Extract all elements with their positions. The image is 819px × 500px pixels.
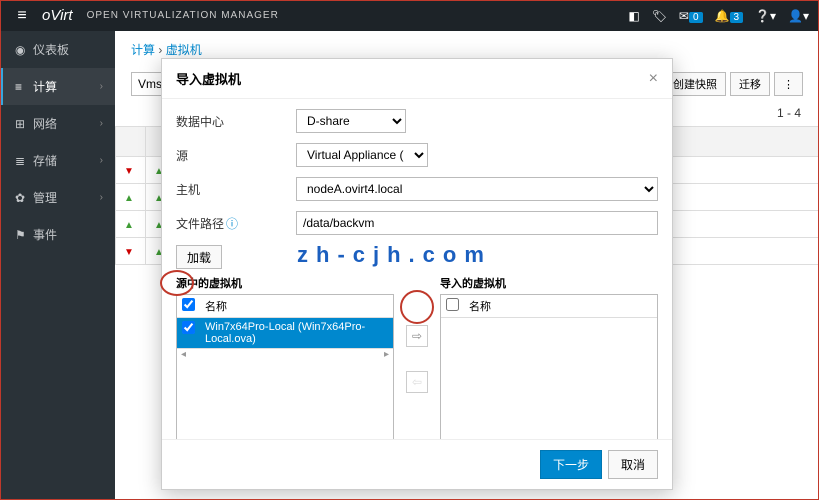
user-icon[interactable]: 👤▾ [788,9,809,23]
topbar: ≡ oVirt OPEN VIRTUALIZATION MANAGER ◧ 🏷 … [0,0,819,31]
product-name: OPEN VIRTUALIZATION MANAGER [87,10,279,21]
breadcrumb-parent[interactable]: 计算 [131,43,155,57]
modal-title: 导入虚拟机 [176,69,241,88]
sidebar-item-storage[interactable]: ≣存储› [0,142,115,179]
load-button[interactable]: 加载 [176,245,222,269]
source-list[interactable]: 名称 Win7x64Pro-Local (Win7x64Pro-Local.ov… [176,294,394,439]
dashboard-icon: ◉ [15,43,33,57]
logo: oVirt [42,7,73,24]
sidebar-item-dashboard[interactable]: ◉仪表板 [0,31,115,68]
cancel-button[interactable]: 取消 [608,450,658,479]
flag-icon: ⚑ [15,228,33,242]
chevron-right-icon: › [100,81,103,92]
bell-icon[interactable]: 🔔3 [715,9,744,23]
next-button[interactable]: 下一步 [540,450,602,479]
gear-icon: ✿ [15,191,33,205]
close-icon[interactable]: × [649,70,658,88]
source-list-title: 源中的虚拟机 [176,275,394,291]
label-host: 主机 [176,181,296,198]
label-source: 源 [176,147,296,164]
target-list[interactable]: 名称 [440,294,658,439]
sidebar-item-events[interactable]: ⚑事件 [0,216,115,253]
label-datacenter: 数据中心 [176,113,296,130]
row-checkbox[interactable] [182,321,195,334]
bookmark-icon[interactable]: ◧ [628,9,639,23]
create-snapshot-button[interactable]: 创建快照 [664,72,726,96]
move-right-button[interactable]: ⇨ [406,325,428,347]
filepath-input[interactable] [296,211,658,235]
sidebar-item-network[interactable]: ⊞网络› [0,105,115,142]
label-filepath: 文件路径ⓘ [176,215,296,232]
select-all-checkbox[interactable] [182,298,195,311]
storage-icon: ≣ [15,154,33,168]
mail-icon[interactable]: ✉0 [679,9,703,23]
list-item[interactable]: Win7x64Pro-Local (Win7x64Pro-Local.ova) [177,318,393,348]
move-left-button: ⇦ [406,371,428,393]
tag-icon[interactable]: 🏷 [652,9,667,23]
network-icon: ⊞ [15,117,33,131]
more-button[interactable]: ⋮ [774,72,803,96]
sidebar-item-admin[interactable]: ✿管理› [0,179,115,216]
import-vm-modal: 导入虚拟机 × 数据中心 D-share 源 Virtual Appliance… [161,58,673,490]
compute-icon: ≡ [15,80,33,94]
hamburger-icon[interactable]: ≡ [10,7,34,25]
sidebar: ◉仪表板 ≡计算› ⊞网络› ≣存储› ✿管理› ⚑事件 [0,31,115,500]
select-all-target-checkbox[interactable] [446,298,459,311]
target-list-title: 导入的虚拟机 [440,275,658,291]
migrate-button[interactable]: 迁移 [730,72,770,96]
breadcrumb-current[interactable]: 虚拟机 [166,43,202,57]
datacenter-select[interactable]: D-share [296,109,406,133]
source-select[interactable]: Virtual Appliance ( [296,143,428,167]
sidebar-item-compute[interactable]: ≡计算› [0,68,115,105]
host-select[interactable]: nodeA.ovirt4.local [296,177,658,201]
help-icon[interactable]: ❔▾ [755,9,776,23]
